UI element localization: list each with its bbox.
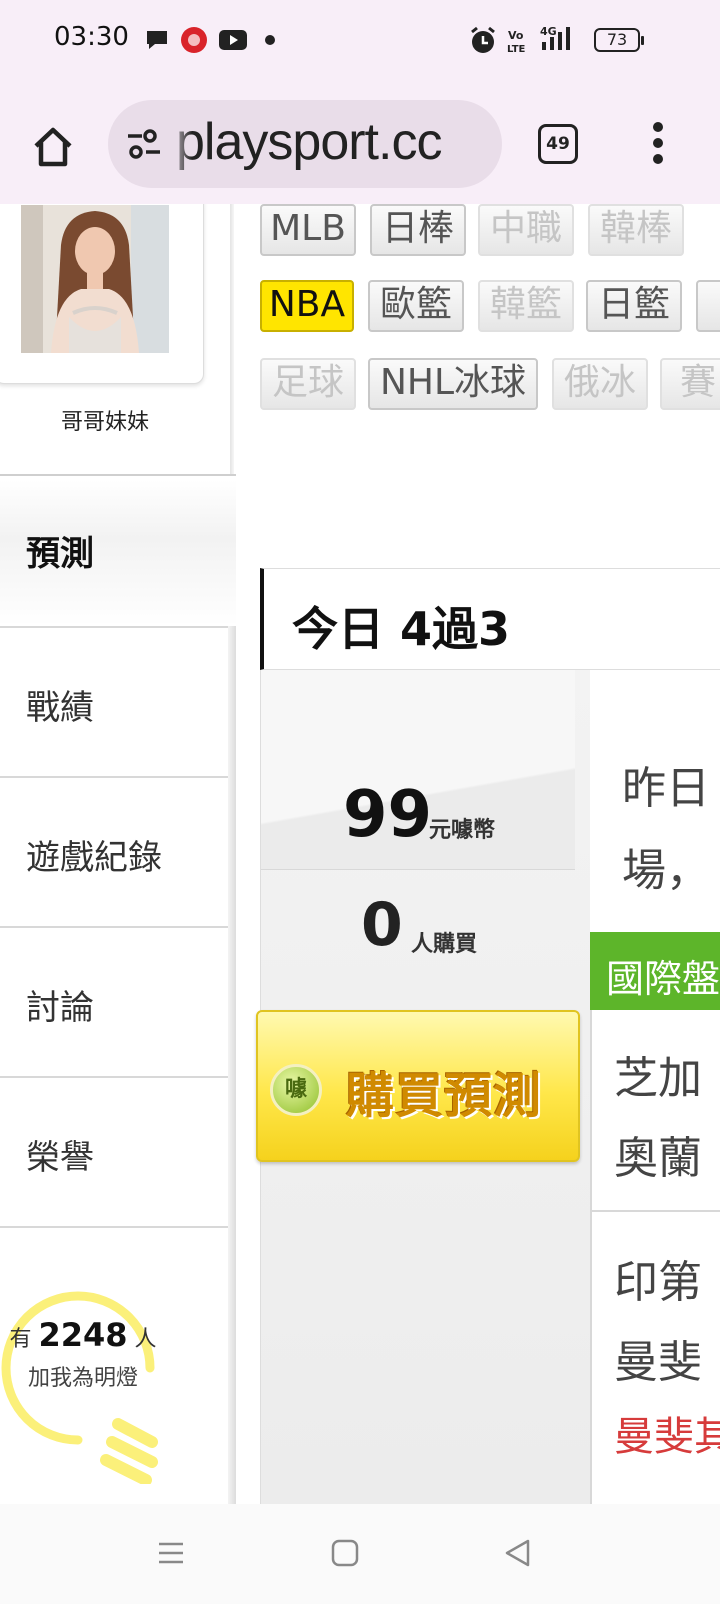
fans-prefix: 有: [9, 1327, 32, 1352]
overflow-menu-icon[interactable]: [650, 122, 666, 170]
sidebar-item-label: 遊戲紀錄: [26, 838, 162, 878]
clock: 03:30: [54, 22, 129, 52]
price-box: 99 元噱幣: [261, 670, 575, 870]
url-text: playsport.cc: [176, 113, 442, 171]
home-nav-icon[interactable]: [330, 1538, 360, 1568]
svg-text:LTE: LTE: [507, 44, 526, 54]
fans-count: 2248: [38, 1316, 128, 1354]
yesterday-summary-line1: 昨日: [622, 763, 710, 814]
recent-apps-icon[interactable]: [156, 1538, 186, 1568]
game-team-name[interactable]: 奧蘭: [614, 1122, 702, 1186]
back-icon[interactable]: [502, 1538, 532, 1568]
sport-tag-mlb[interactable]: MLB: [260, 204, 356, 256]
sport-tag-soccer[interactable]: 足球: [260, 358, 356, 410]
page-content: 哥哥妹妹 預測 戰績 遊戲紀錄 討論 榮譽 有 2248 人 加我為明燈 MLB…: [0, 204, 720, 1504]
volte-icon: Vo LTE: [507, 29, 526, 54]
sidebar-menu: 戰績 遊戲紀錄 討論 榮譽: [0, 626, 236, 1228]
dot-icon: [265, 35, 275, 45]
international-line-header: 國際盤: [590, 932, 720, 1010]
buyers-unit: 人購買: [411, 932, 478, 957]
game-team-name[interactable]: 芝加: [614, 1042, 702, 1106]
today-title: 今日 4過3: [292, 602, 511, 656]
price-unit: 元噱幣: [429, 818, 496, 843]
address-bar[interactable]: playsport.cc: [108, 100, 502, 188]
chat-bubble-icon: [147, 31, 167, 49]
sport-tag-npb[interactable]: 日棒: [370, 204, 466, 256]
international-line-label: 國際盤: [606, 957, 720, 1001]
sport-tag-euro-basketball[interactable]: 歐籃: [368, 280, 464, 332]
coin-logo-icon: 噱: [270, 1064, 322, 1116]
sport-tag-more[interactable]: [696, 280, 720, 332]
sidebar-item-label: 戰績: [26, 688, 94, 728]
sidebar-item-label: 討論: [26, 988, 94, 1028]
today-header: 今日 4過3: [260, 568, 720, 670]
tab-predict-label: 預測: [26, 534, 94, 574]
signal-4g-icon: 4G: [540, 25, 570, 50]
sidebar-item-label: 榮譽: [26, 1138, 94, 1178]
sidebar-item-record[interactable]: 戰績: [0, 628, 236, 778]
system-nav-bar: [0, 1504, 720, 1604]
yesterday-summary-line2: 場，: [622, 845, 710, 896]
status-bar: 03:30 Vo LTE 4G 73: [0, 0, 720, 84]
tab-predict[interactable]: 預測: [0, 480, 236, 626]
url-fade: [168, 100, 192, 188]
buyers-count: 0: [361, 890, 403, 960]
follow-link[interactable]: 加我為明燈: [8, 1360, 158, 1392]
sport-tag-khl[interactable]: 俄冰: [552, 358, 648, 410]
sport-tag-korea-basketball[interactable]: 韓籃: [478, 280, 574, 332]
sport-tag-nba[interactable]: NBA: [260, 280, 354, 332]
profile-card[interactable]: [0, 204, 204, 384]
svg-text:Vo: Vo: [508, 29, 524, 42]
svg-text:4G: 4G: [540, 25, 557, 38]
game-team-name[interactable]: 曼斐: [614, 1326, 702, 1390]
home-icon[interactable]: [28, 122, 78, 172]
youtube-icon: [219, 30, 247, 50]
fans-suffix: 人: [134, 1327, 157, 1352]
sport-tag-racing[interactable]: 賽: [660, 358, 720, 410]
divider: [0, 474, 236, 476]
avatar: [21, 205, 169, 353]
game-pick: 曼斐其: [614, 1414, 720, 1460]
profile-name[interactable]: 哥哥妹妹: [0, 404, 210, 436]
sidebar-item-game-log[interactable]: 遊戲紀錄: [0, 778, 236, 928]
profile-block-edge: [230, 204, 234, 476]
site-settings-icon[interactable]: [126, 126, 162, 162]
sidebar-item-honors[interactable]: 榮譽: [0, 1078, 236, 1228]
game-list: 芝加 奧蘭 印第 曼斐 曼斐其: [590, 1010, 720, 1504]
buy-prediction-label: 購買預測: [346, 1068, 543, 1124]
sidebar-item-discussion[interactable]: 討論: [0, 928, 236, 1078]
alarm-icon: [471, 26, 495, 53]
price-value: 99: [343, 778, 433, 852]
browser-toolbar: playsport.cc 49: [0, 84, 720, 204]
sport-tag-japan-basketball[interactable]: 日籃: [586, 280, 682, 332]
divider: [592, 1210, 720, 1212]
sport-tag-kbo[interactable]: 韓棒: [588, 204, 684, 256]
battery-indicator: 73: [594, 28, 644, 52]
app-badge-icon: [181, 27, 207, 53]
left-sidebar: 哥哥妹妹 預測 戰績 遊戲紀錄 討論 榮譽 有 2248 人 加我為明燈: [0, 204, 236, 1504]
sport-tag-cpbl[interactable]: 中職: [478, 204, 574, 256]
fans-count-line: 有 2248 人: [8, 1316, 158, 1354]
buy-prediction-button[interactable]: 噱 購買預測: [256, 1010, 580, 1162]
tab-switcher-button[interactable]: 49: [538, 124, 578, 164]
sport-tag-nhl[interactable]: NHL冰球: [368, 358, 538, 410]
game-team-name[interactable]: 印第: [614, 1246, 702, 1310]
